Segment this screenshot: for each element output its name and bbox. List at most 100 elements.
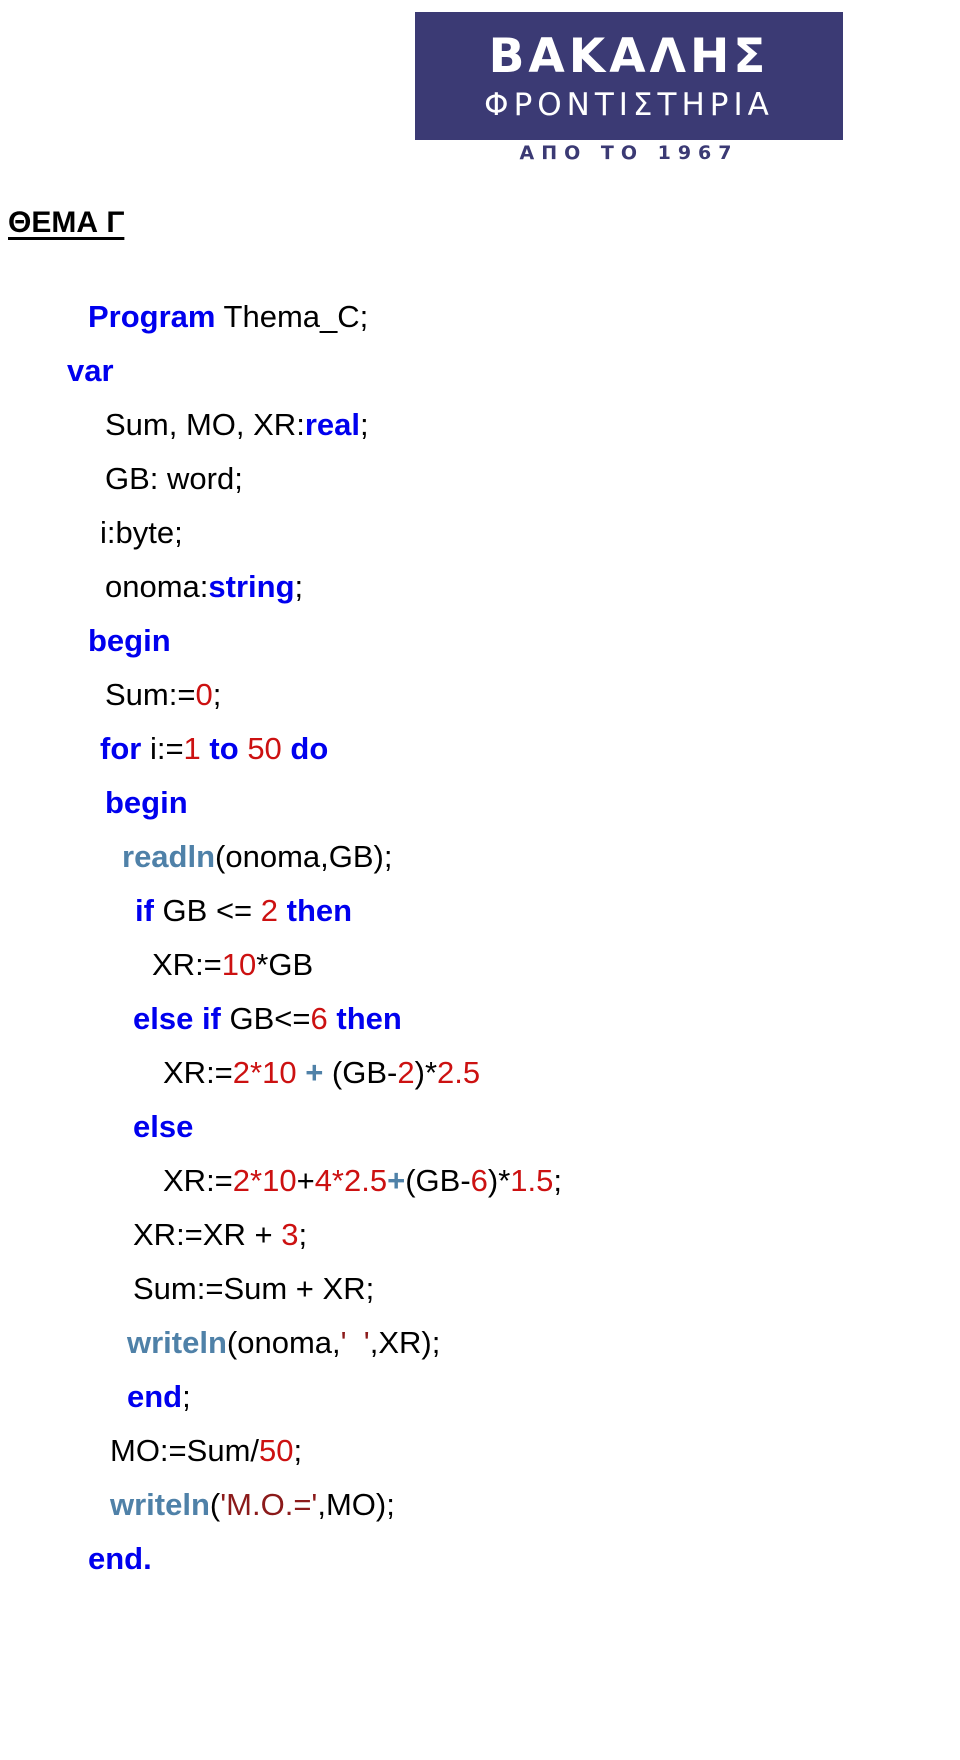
code-line: else <box>0 1100 960 1154</box>
logo-subtitle-text: ΦΡΟΝΤΙΣΤΗΡΙΑ <box>484 87 774 123</box>
code-token-pl: XR:= <box>163 1055 233 1090</box>
code-line: end. <box>0 1532 960 1586</box>
code-token-fn: writeln <box>110 1487 210 1522</box>
code-token-kw: string <box>208 569 295 604</box>
code-line: Sum, MO, XR:real; <box>0 398 960 452</box>
code-token-kw: Program <box>88 299 216 334</box>
code-line: Sum:=Sum + XR; <box>0 1262 960 1316</box>
code-token-pl: i:= <box>141 731 184 766</box>
code-line: begin <box>0 776 960 830</box>
code-token-pl: Thema_C; <box>215 299 369 334</box>
code-line: writeln(onoma,' ',XR); <box>0 1316 960 1370</box>
code-line: GB: word; <box>0 452 960 506</box>
logo-brand-text: ΒΑΚΑΛΗΣ <box>488 29 770 84</box>
code-token-pl: i:byte; <box>100 515 183 550</box>
code-token-kw: begin <box>105 785 188 820</box>
code-token-num: 4*2.5 <box>314 1163 388 1198</box>
code-line: Program Thema_C; <box>0 290 960 344</box>
code-token-pl: ,XR); <box>369 1325 441 1360</box>
code-token-pl: GB <= <box>153 893 261 928</box>
code-token-num: 2*10 <box>232 1163 297 1198</box>
pascal-code-listing: Program Thema_C;var Sum, MO, XR:real; GB: … <box>0 290 960 1586</box>
code-token-num: 2*10 <box>232 1055 297 1090</box>
code-line: var <box>0 344 960 398</box>
code-token-num: 2.5 <box>437 1055 481 1090</box>
code-token-pl: onoma: <box>105 569 209 604</box>
code-line: readln(onoma,GB); <box>0 830 960 884</box>
code-token-num: 1.5 <box>510 1163 554 1198</box>
code-token-pl: + <box>296 1163 315 1198</box>
code-token-num: 10 <box>221 947 257 982</box>
code-token-kw: end <box>127 1379 183 1414</box>
page-title: ΘΕΜΑ Γ <box>8 206 125 239</box>
code-line: XR:=XR + 3; <box>0 1208 960 1262</box>
code-token-pl: )* <box>414 1055 438 1090</box>
code-token-pl: GB<= <box>220 1001 311 1036</box>
code-token-pl: ( <box>209 1487 221 1522</box>
code-token-kw: begin <box>88 623 171 658</box>
code-token-num: 6 <box>310 1001 328 1036</box>
code-token-kw: if <box>135 893 154 928</box>
code-token-pl: ,MO); <box>317 1487 395 1522</box>
code-token-pl: XR:= <box>163 1163 233 1198</box>
code-token-op: + <box>387 1163 406 1198</box>
code-token-pl: (GB- <box>405 1163 471 1198</box>
code-token-pl: ; <box>553 1163 563 1198</box>
code-token-pl: XR:=XR + <box>133 1217 282 1252</box>
code-line: if GB <= 2 then <box>0 884 960 938</box>
code-token-pl: (GB- <box>323 1055 398 1090</box>
code-token-op: + <box>305 1055 324 1090</box>
code-token-pl: ; <box>293 1433 303 1468</box>
code-token-num: 50 <box>259 1433 294 1468</box>
code-token-num: 2 <box>397 1055 415 1090</box>
code-token-pl: XR:= <box>152 947 222 982</box>
code-token-str: 'M.O.=' <box>220 1487 318 1522</box>
code-token-kw: real <box>304 407 360 442</box>
code-line: end; <box>0 1370 960 1424</box>
code-token-kw: end. <box>88 1541 152 1576</box>
code-token-num: 50 <box>247 731 282 766</box>
code-line: begin <box>0 614 960 668</box>
code-token-num: 1 <box>183 731 201 766</box>
code-token-pl: (onoma, <box>226 1325 341 1360</box>
code-line: XR:=2*10+4*2.5+(GB-6)*1.5; <box>0 1154 960 1208</box>
code-token-pl: )* <box>487 1163 511 1198</box>
code-line: XR:=2*10 + (GB-2)*2.5 <box>0 1046 960 1100</box>
code-token-kw: else <box>133 1109 194 1144</box>
code-line: Sum:=0; <box>0 668 960 722</box>
code-token-num: 2 <box>260 893 279 928</box>
code-line: onoma:string; <box>0 560 960 614</box>
code-token-pl: ; <box>212 677 222 712</box>
code-token-kw: var <box>67 353 114 388</box>
code-line: for i:=1 to 50 do <box>0 722 960 776</box>
code-token-pl: *GB <box>256 947 314 982</box>
code-token-pl: Sum, MO, XR: <box>105 407 305 442</box>
code-token-pl: ; <box>359 407 369 442</box>
code-token-pl: ; <box>298 1217 308 1252</box>
code-token-num: 3 <box>281 1217 299 1252</box>
code-token-kw: then <box>286 893 353 928</box>
code-line: writeln('M.O.=',MO); <box>0 1478 960 1532</box>
brand-logo: ΒΑΚΑΛΗΣ ΦΡΟΝΤΙΣΤΗΡΙΑ ΑΠΟ ΤΟ 1967 <box>415 12 843 172</box>
logo-since-text: ΑΠΟ ΤΟ 1967 <box>519 142 739 164</box>
code-line: MO:=Sum/50; <box>0 1424 960 1478</box>
code-token-kw: then <box>336 1001 402 1036</box>
code-token-kw: to <box>209 731 239 766</box>
code-token-kw: else if <box>133 1001 221 1036</box>
code-token-num: 6 <box>470 1163 488 1198</box>
code-line: i:byte; <box>0 506 960 560</box>
code-line: XR:=10*GB <box>0 938 960 992</box>
code-token-num: 0 <box>195 677 213 712</box>
code-token-fn: readln <box>122 839 216 874</box>
code-token-fn: writeln <box>127 1325 227 1360</box>
code-token-pl: ; <box>182 1379 191 1414</box>
code-token-kw: do <box>290 731 329 766</box>
code-token-pl: GB: word; <box>105 461 243 496</box>
code-token-pl: (onoma,GB); <box>215 839 393 874</box>
code-line: else if GB<=6 then <box>0 992 960 1046</box>
code-token-pl: ; <box>294 569 304 604</box>
code-token-kw: for <box>100 731 142 766</box>
code-token-str: ' ' <box>340 1325 370 1360</box>
